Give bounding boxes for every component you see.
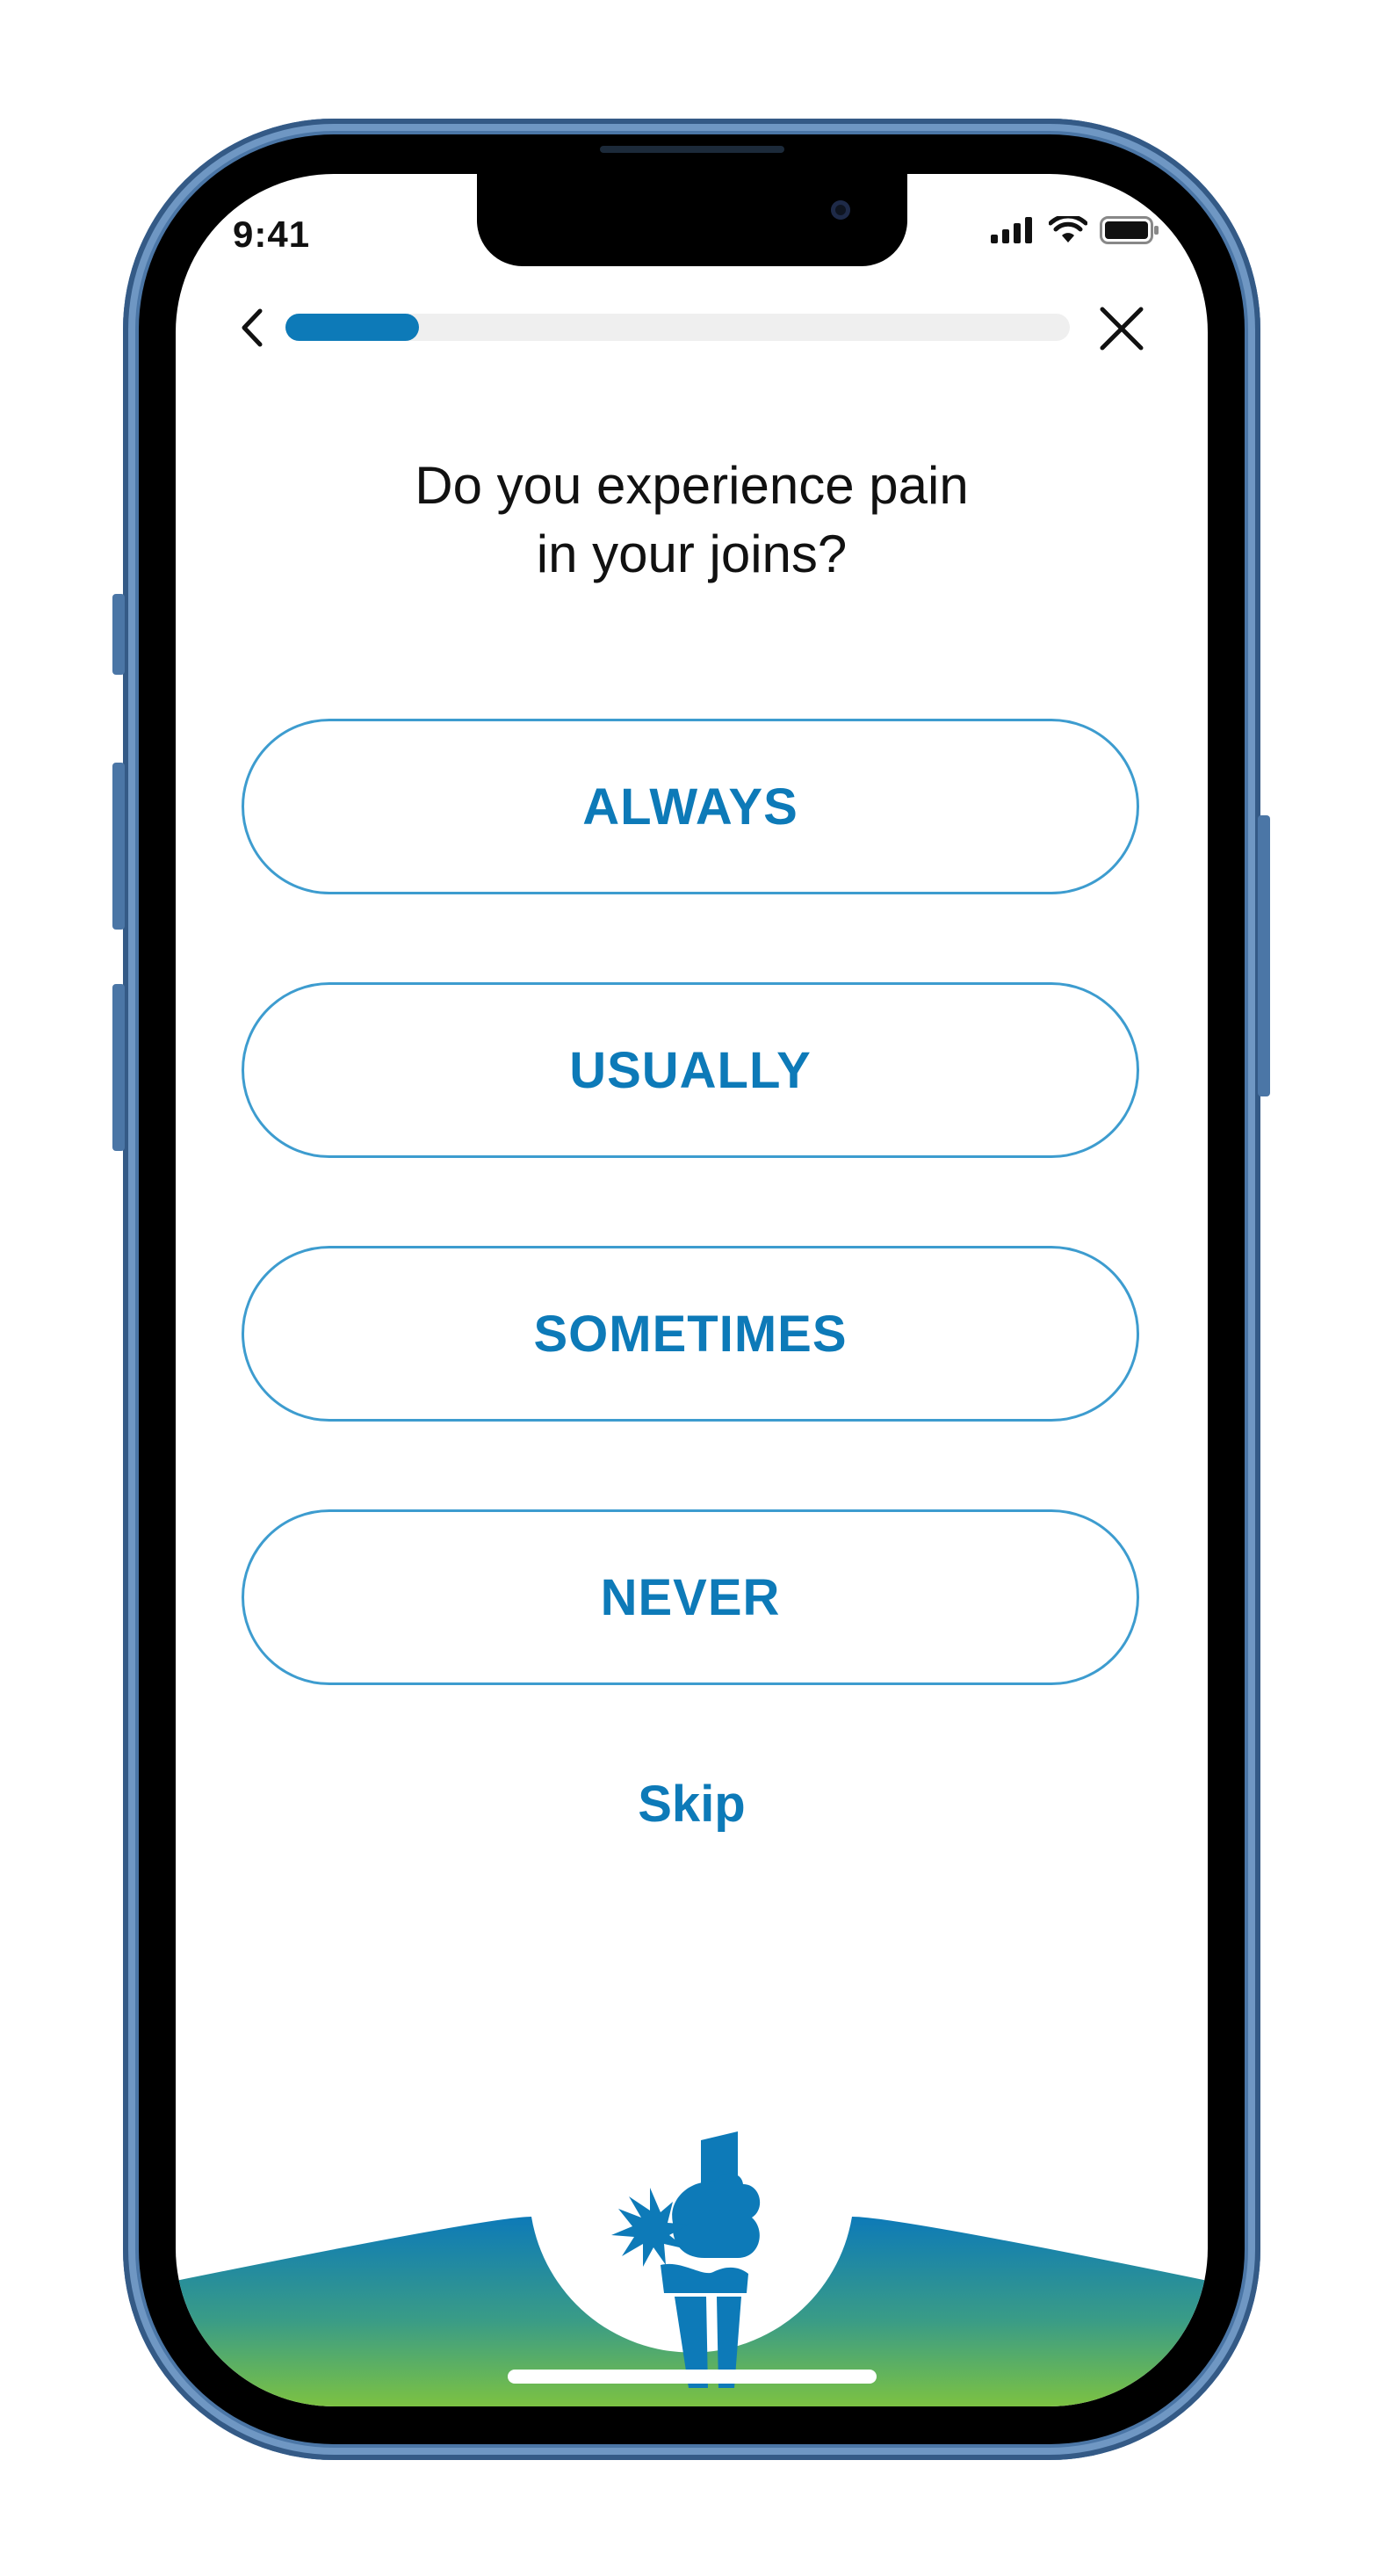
cellular-signal-icon xyxy=(991,217,1032,243)
status-time: 9:41 xyxy=(233,213,311,255)
skip-link[interactable]: Skip xyxy=(176,1775,1208,1834)
earpiece-speaker xyxy=(600,146,784,153)
question-title: Do you experience pain in your joins? xyxy=(415,456,969,583)
back-button[interactable] xyxy=(230,306,274,350)
answer-options: ALWAYS USUALLY SOMETIMES NEVER xyxy=(242,719,1139,1773)
front-camera xyxy=(831,200,850,220)
volume-down-button xyxy=(112,984,125,1151)
option-usually-button[interactable]: USUALLY xyxy=(242,982,1139,1158)
volume-up-button xyxy=(112,763,125,930)
wifi-icon xyxy=(1049,216,1087,242)
battery-icon xyxy=(1100,216,1159,244)
progress-fill xyxy=(285,314,419,341)
option-always-button[interactable]: ALWAYS xyxy=(242,719,1139,894)
notch xyxy=(477,174,907,266)
chevron-left-icon xyxy=(242,308,263,347)
home-indicator[interactable] xyxy=(508,2370,877,2384)
close-button[interactable] xyxy=(1095,302,1148,355)
option-never-button[interactable]: NEVER xyxy=(242,1509,1139,1685)
progress-bar xyxy=(285,314,1070,341)
app-screen: 9:41 Do you experience pain in your join… xyxy=(176,174,1208,2406)
close-icon xyxy=(1100,307,1144,351)
bottom-decoration xyxy=(176,2131,1208,2406)
status-icons xyxy=(991,216,1159,244)
power-button xyxy=(1258,815,1270,1096)
mute-switch xyxy=(112,594,125,675)
option-sometimes-button[interactable]: SOMETIMES xyxy=(242,1246,1139,1422)
